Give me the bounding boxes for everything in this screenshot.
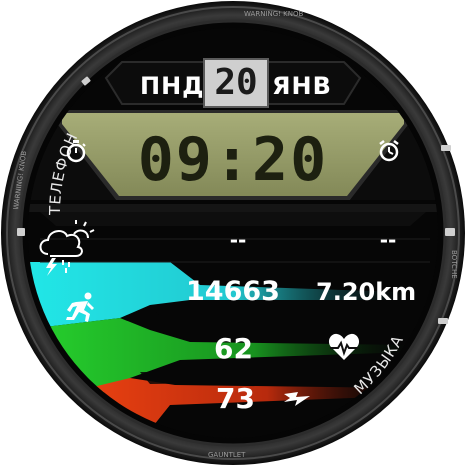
svg-text:BOTCHE: BOTCHE [450, 250, 458, 279]
lightning-bolt-icon[interactable] [282, 388, 312, 408]
stopwatch-icon[interactable] [64, 138, 88, 164]
heart-rate-value: 62 [214, 332, 253, 365]
steps-count: 14663 [186, 276, 280, 307]
date-weekday: ПНД [140, 72, 205, 100]
svg-text:GAUNTLET: GAUNTLET [208, 451, 246, 459]
svg-text:WARNING! KNOB: WARNING! KNOB [244, 10, 304, 18]
date-day-number[interactable]: 20 [203, 58, 269, 108]
watch-face: WARNING! KNOB WARNING! KNOB BOTCHE GAUNT… [0, 0, 466, 466]
running-person-icon[interactable] [64, 292, 98, 324]
alarm-clock-icon[interactable] [376, 138, 402, 164]
date-month: ЯНВ [272, 72, 332, 100]
heart-rate-icon[interactable] [328, 333, 360, 361]
weather-value-right: -- [379, 228, 397, 252]
cloud-rain-lightning-icon[interactable] [36, 220, 98, 276]
energy-value: 73 [216, 382, 255, 415]
weather-value-left: -- [229, 228, 247, 252]
digital-time: 09:20 [137, 125, 329, 195]
distance-value: 7.20km [316, 278, 417, 306]
